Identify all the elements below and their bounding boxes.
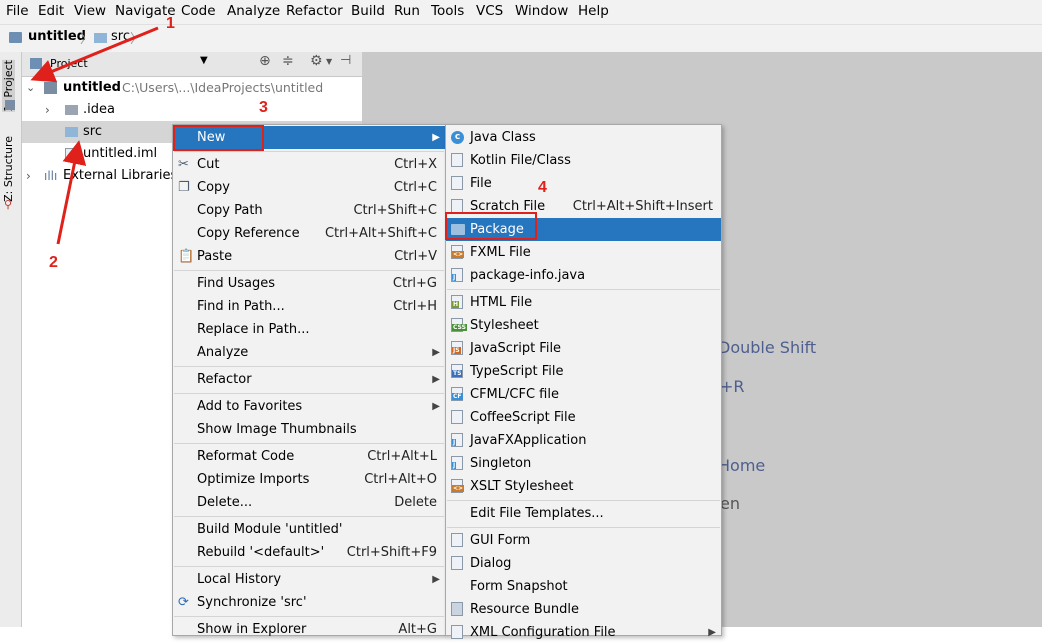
annotation-arrow-2 xyxy=(56,140,87,245)
annotation-arrows xyxy=(30,26,159,245)
annotation-number-2: 2 xyxy=(49,254,58,271)
annotation-number-3: 3 xyxy=(259,99,268,116)
highlight-box-new xyxy=(173,125,264,151)
file-icon xyxy=(451,625,463,639)
annotation-number-4: 4 xyxy=(538,179,547,196)
highlight-box-package xyxy=(445,212,537,240)
annotation-arrow-1 xyxy=(30,26,159,83)
annotation-number-1: 1 xyxy=(166,15,175,32)
